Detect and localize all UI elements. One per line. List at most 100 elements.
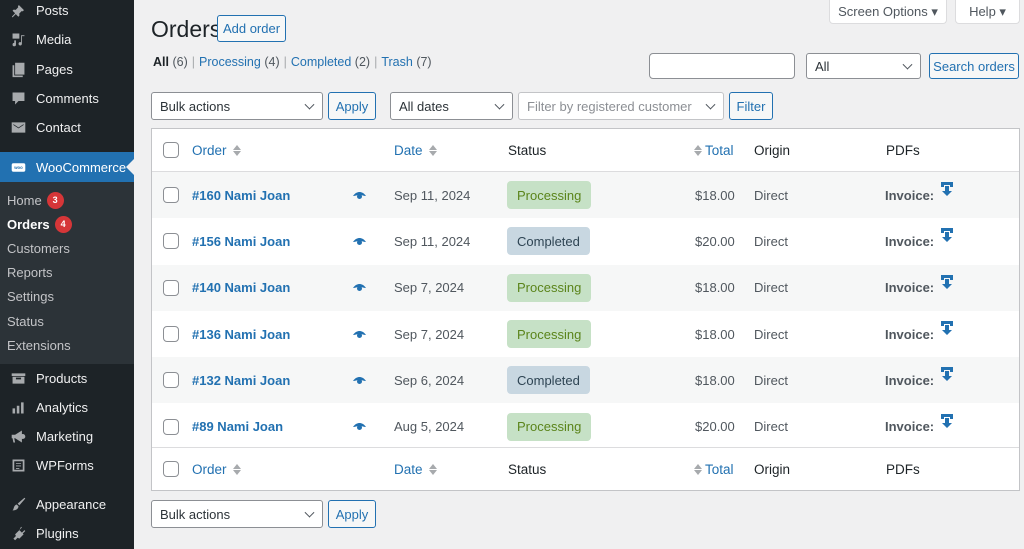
status-badge: Processing: [507, 273, 592, 302]
search-orders-input[interactable]: [649, 53, 795, 79]
row-checkbox[interactable]: [163, 233, 179, 250]
sort-by-date[interactable]: Date: [394, 448, 437, 490]
row-checkbox[interactable]: [163, 418, 179, 435]
preview-eye-icon[interactable]: [353, 419, 366, 434]
table-header: Order Date Status Total Origin PDFs: [152, 129, 1019, 172]
invoice-label: Invoice:: [885, 233, 935, 249]
bulk-actions-select[interactable]: Bulk actions: [151, 92, 323, 120]
submenu-item-extensions[interactable]: Extensions: [0, 333, 134, 357]
preview-eye-icon[interactable]: [353, 373, 366, 388]
submenu-item-status[interactable]: Status: [0, 309, 134, 333]
table-row[interactable]: #160 Nami Joan Sep 11, 2024 Processing $18.…: [152, 172, 1019, 219]
table-row[interactable]: #140 Nami Joan Sep 7, 2024 Processing $18.0…: [152, 264, 1019, 311]
preview-eye-icon[interactable]: [353, 280, 366, 295]
orders-table: Order Date Status Total Origin PDFs #160…: [151, 128, 1020, 491]
sort-icon: [428, 144, 437, 156]
submenu-item-home[interactable]: Home 3: [0, 188, 134, 212]
sort-by-date[interactable]: Date: [394, 129, 437, 171]
row-checkbox[interactable]: [163, 326, 179, 343]
sidebar-item-products[interactable]: Products: [0, 364, 134, 393]
preview-eye-icon[interactable]: [353, 234, 366, 249]
apply-button-bottom[interactable]: Apply: [328, 500, 376, 528]
pdfs-column-footer: PDFs: [886, 461, 920, 477]
sidebar-item-plugins[interactable]: Plugins: [0, 519, 134, 548]
status-badge: Processing: [507, 181, 592, 210]
order-link[interactable]: #140 Nami Joan: [192, 280, 290, 295]
sidebar-item-analytics[interactable]: Analytics: [0, 393, 134, 422]
search-orders-button[interactable]: Search orders: [929, 53, 1019, 79]
customer-filter-select[interactable]: Filter by registered customer: [518, 92, 724, 120]
bulk-actions-select-bottom[interactable]: Bulk actions: [151, 500, 323, 528]
woocommerce-submenu: Home 3 Orders 4 Customers Reports Settings…: [0, 182, 134, 364]
invoice-label: Invoice:: [885, 187, 935, 203]
table-row[interactable]: #136 Nami Joan Sep 7, 2024 Processing $18.0…: [152, 311, 1019, 357]
sidebar-item-wpforms[interactable]: WPForms: [0, 451, 134, 480]
download-invoice-icon[interactable]: [941, 228, 954, 246]
order-link[interactable]: #156 Nami Joan: [192, 234, 290, 249]
row-checkbox[interactable]: [163, 187, 179, 204]
view-all[interactable]: All (6): [153, 55, 188, 69]
row-checkbox[interactable]: [163, 279, 179, 296]
sidebar-item-contact[interactable]: Contact: [0, 113, 134, 142]
download-invoice-icon[interactable]: [941, 413, 954, 432]
filter-button[interactable]: Filter: [729, 92, 773, 120]
order-origin: Direct: [754, 419, 788, 435]
add-order-button[interactable]: Add order: [217, 15, 286, 42]
submenu-item-reports[interactable]: Reports: [0, 261, 134, 285]
apply-button[interactable]: Apply: [328, 92, 376, 120]
select-all-checkbox[interactable]: [163, 142, 179, 158]
bar-chart-icon: [0, 399, 36, 416]
table-row[interactable]: #156 Nami Joan Sep 11, 2024 Completed $20.0…: [152, 218, 1019, 264]
view-processing[interactable]: Processing (4): [199, 55, 280, 69]
sidebar-item-woocommerce[interactable]: woo WooCommerce: [0, 152, 134, 182]
view-trash[interactable]: Trash (7): [381, 55, 431, 69]
order-total: $18.00: [695, 326, 735, 342]
sort-by-order[interactable]: Order: [192, 448, 241, 490]
table-row[interactable]: #89 Nami Joan Aug 5, 2024 Processing $20.00…: [152, 404, 1019, 450]
pin-icon: [0, 2, 36, 19]
sidebar-item-pages[interactable]: Pages: [0, 55, 134, 84]
order-origin: Direct: [754, 233, 788, 249]
preview-eye-icon[interactable]: [353, 327, 366, 342]
order-link[interactable]: #160 Nami Joan: [192, 188, 290, 203]
sort-by-total[interactable]: Total: [694, 448, 734, 490]
sidebar-item-media[interactable]: Media: [0, 25, 134, 54]
view-completed[interactable]: Completed (2): [291, 55, 370, 69]
sort-by-order[interactable]: Order: [192, 129, 241, 171]
page-title: Orders: [151, 16, 222, 42]
order-total: $20.00: [695, 419, 735, 435]
submenu-item-customers[interactable]: Customers: [0, 236, 134, 260]
submenu-item-orders[interactable]: Orders 4: [0, 212, 134, 236]
download-invoice-icon[interactable]: [941, 182, 954, 200]
invoice-label: Invoice:: [885, 372, 935, 388]
order-link[interactable]: #132 Nami Joan: [192, 373, 290, 388]
order-origin: Direct: [754, 280, 788, 296]
form-icon: [0, 457, 36, 474]
help-button[interactable]: Help ▾: [955, 0, 1020, 24]
screen-options-button[interactable]: Screen Options ▾: [829, 0, 947, 24]
sort-icon: [232, 144, 241, 156]
sort-by-total[interactable]: Total: [694, 129, 734, 171]
download-invoice-icon[interactable]: [941, 274, 954, 293]
sidebar-item-marketing[interactable]: Marketing: [0, 422, 134, 451]
download-invoice-icon[interactable]: [941, 367, 954, 385]
table-row[interactable]: #132 Nami Joan Sep 6, 2024 Completed $18.00…: [152, 357, 1019, 404]
preview-eye-icon[interactable]: [353, 188, 366, 203]
row-checkbox[interactable]: [163, 372, 179, 389]
order-total: $18.00: [695, 372, 735, 388]
search-type-select[interactable]: All: [806, 53, 921, 79]
submenu-item-settings[interactable]: Settings: [0, 285, 134, 309]
order-total: $18.00: [695, 187, 735, 203]
sidebar-item-appearance[interactable]: Appearance: [0, 490, 134, 519]
archive-icon: [0, 370, 36, 387]
order-link[interactable]: #89 Nami Joan: [192, 419, 283, 434]
select-all-checkbox[interactable]: [163, 461, 179, 477]
sidebar-item-posts[interactable]: Posts: [0, 0, 134, 25]
pdfs-column-header: PDFs: [886, 142, 920, 158]
download-invoice-icon[interactable]: [941, 321, 954, 339]
date-filter-select[interactable]: All dates: [390, 92, 513, 120]
sidebar-item-comments[interactable]: Comments: [0, 84, 134, 113]
media-icon: [0, 31, 36, 48]
status-badge: Completed: [507, 366, 590, 395]
order-link[interactable]: #136 Nami Joan: [192, 327, 290, 342]
